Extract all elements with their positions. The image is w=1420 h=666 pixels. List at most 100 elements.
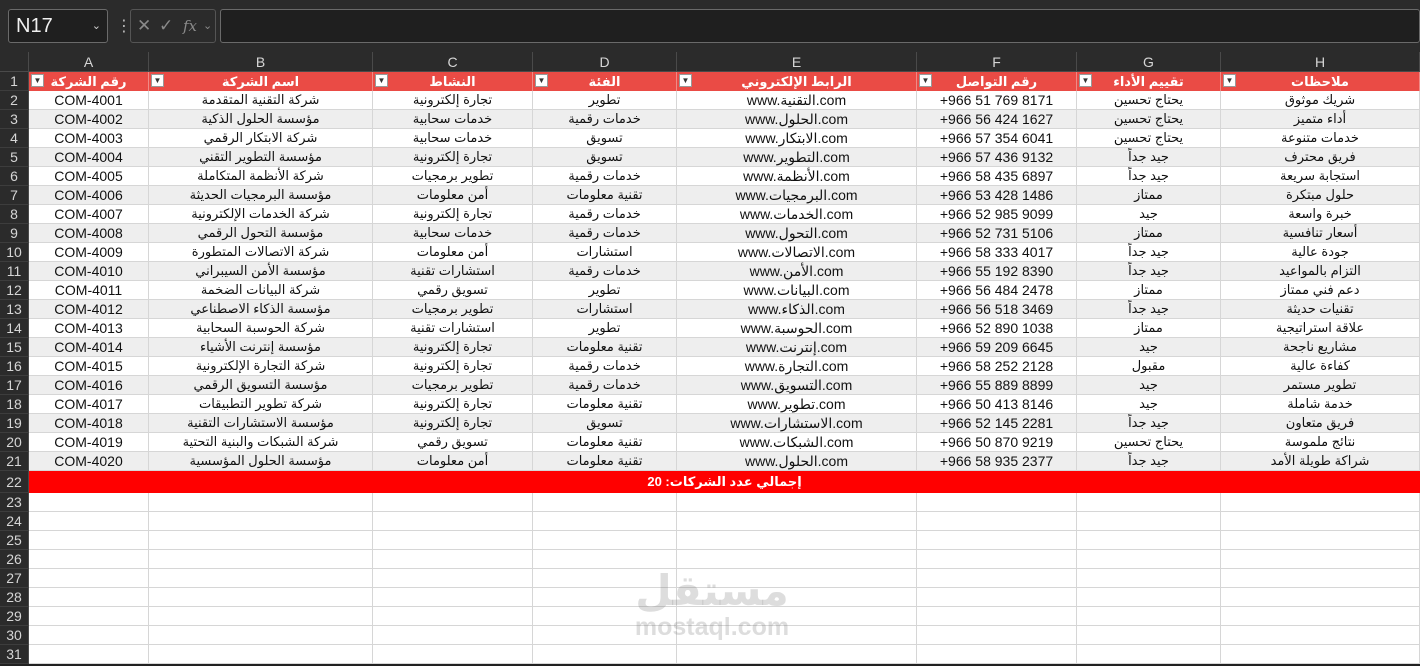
row-header-24[interactable]: 24 — [0, 512, 29, 531]
table-cell[interactable]: خدمات رقمية — [533, 357, 677, 376]
table-cell[interactable]: COM-4006 — [29, 186, 149, 205]
table-cell[interactable]: خدمات سحابية — [373, 224, 533, 243]
table-cell[interactable]: خدمات سحابية — [373, 110, 533, 129]
empty-cell[interactable] — [149, 569, 373, 588]
table-cell[interactable]: www.الأمن.com — [677, 262, 917, 281]
formula-input[interactable] — [220, 9, 1420, 43]
empty-cell[interactable] — [373, 569, 533, 588]
row-header-6[interactable]: 6 — [0, 167, 29, 186]
empty-cell[interactable] — [373, 588, 533, 607]
table-cell[interactable]: تجارة إلكترونية — [373, 395, 533, 414]
table-cell[interactable]: www.الذكاء.com — [677, 300, 917, 319]
row-header-18[interactable]: 18 — [0, 395, 29, 414]
table-cell[interactable]: +966 56 518 3469 — [917, 300, 1077, 319]
table-cell[interactable]: تجارة إلكترونية — [373, 357, 533, 376]
table-cell[interactable]: استشارات تقنية — [373, 262, 533, 281]
table-cell[interactable]: خدمات رقمية — [533, 376, 677, 395]
row-header-15[interactable]: 15 — [0, 338, 29, 357]
filter-dropdown-icon[interactable]: ▼ — [31, 74, 44, 87]
table-cell[interactable]: تجارة إلكترونية — [373, 414, 533, 433]
table-cell[interactable]: مؤسسة الاستشارات التقنية — [149, 414, 373, 433]
table-cell[interactable]: مؤسسة التسويق الرقمي — [149, 376, 373, 395]
empty-cell[interactable] — [917, 531, 1077, 550]
empty-cell[interactable] — [917, 550, 1077, 569]
filter-dropdown-icon[interactable]: ▼ — [679, 74, 692, 87]
table-cell[interactable]: COM-4013 — [29, 319, 149, 338]
table-cell[interactable]: تقنية معلومات — [533, 338, 677, 357]
empty-cell[interactable] — [29, 550, 149, 569]
table-cell[interactable]: تطوير برمجيات — [373, 300, 533, 319]
table-cell[interactable]: يحتاج تحسين — [1077, 129, 1221, 148]
empty-cell[interactable] — [533, 531, 677, 550]
empty-cell[interactable] — [1077, 607, 1221, 626]
column-header-d[interactable]: D — [533, 52, 677, 72]
table-cell[interactable]: خدمات رقمية — [533, 110, 677, 129]
table-cell[interactable]: خدمات رقمية — [533, 167, 677, 186]
table-cell[interactable]: استشارات تقنية — [373, 319, 533, 338]
table-cell[interactable]: تقنيات حديثة — [1221, 300, 1420, 319]
table-cell[interactable]: مشاريع ناجحة — [1221, 338, 1420, 357]
row-header-3[interactable]: 3 — [0, 110, 29, 129]
table-cell[interactable]: تسويق رقمي — [373, 281, 533, 300]
row-header-8[interactable]: 8 — [0, 205, 29, 224]
table-cell[interactable]: خدمة شاملة — [1221, 395, 1420, 414]
header-cell-e[interactable]: الرابط الإلكتروني ▼ — [677, 72, 917, 91]
table-cell[interactable]: www.الخدمات.com — [677, 205, 917, 224]
empty-cell[interactable] — [29, 531, 149, 550]
header-cell-d[interactable]: الفئة ▼ — [533, 72, 677, 91]
empty-cell[interactable] — [917, 645, 1077, 664]
header-cell-f[interactable]: رقم التواصل ▼ — [917, 72, 1077, 91]
table-cell[interactable]: جيد — [1077, 395, 1221, 414]
table-cell[interactable]: ممتاز — [1077, 319, 1221, 338]
table-cell[interactable]: شركة الحوسبة السحابية — [149, 319, 373, 338]
table-cell[interactable]: حلول مبتكرة — [1221, 186, 1420, 205]
table-cell[interactable]: استشارات — [533, 243, 677, 262]
empty-cell[interactable] — [373, 550, 533, 569]
table-cell[interactable]: مقبول — [1077, 357, 1221, 376]
row-header-26[interactable]: 26 — [0, 550, 29, 569]
table-cell[interactable]: +966 58 435 6897 — [917, 167, 1077, 186]
column-header-b[interactable]: B — [149, 52, 373, 72]
row-header-9[interactable]: 9 — [0, 224, 29, 243]
table-cell[interactable]: تسويق — [533, 414, 677, 433]
empty-cell[interactable] — [149, 645, 373, 664]
table-cell[interactable]: جيد جداً — [1077, 148, 1221, 167]
table-cell[interactable]: مؤسسة التحول الرقمي — [149, 224, 373, 243]
table-cell[interactable]: تسويق — [533, 129, 677, 148]
row-header-14[interactable]: 14 — [0, 319, 29, 338]
empty-cell[interactable] — [917, 607, 1077, 626]
filter-dropdown-icon[interactable]: ▼ — [375, 74, 388, 87]
table-cell[interactable]: مؤسسة الذكاء الاصطناعي — [149, 300, 373, 319]
empty-cell[interactable] — [149, 588, 373, 607]
table-cell[interactable]: جيد — [1077, 338, 1221, 357]
table-cell[interactable]: جيد — [1077, 205, 1221, 224]
table-cell[interactable]: خدمات رقمية — [533, 224, 677, 243]
table-cell[interactable]: COM-4001 — [29, 91, 149, 110]
empty-cell[interactable] — [29, 645, 149, 664]
table-cell[interactable]: تطوير — [533, 91, 677, 110]
table-cell[interactable]: www.البرمجيات.com — [677, 186, 917, 205]
empty-cell[interactable] — [149, 493, 373, 512]
row-header-21[interactable]: 21 — [0, 452, 29, 471]
table-cell[interactable]: جيد جداً — [1077, 300, 1221, 319]
row-header-19[interactable]: 19 — [0, 414, 29, 433]
empty-cell[interactable] — [1077, 493, 1221, 512]
table-cell[interactable]: COM-4005 — [29, 167, 149, 186]
table-cell[interactable]: COM-4008 — [29, 224, 149, 243]
table-cell[interactable]: www.التقنية.com — [677, 91, 917, 110]
table-cell[interactable]: +966 55 192 8390 — [917, 262, 1077, 281]
empty-cell[interactable] — [373, 531, 533, 550]
table-cell[interactable]: شركة التجارة الإلكترونية — [149, 357, 373, 376]
table-cell[interactable]: www.الحوسبة.com — [677, 319, 917, 338]
table-cell[interactable]: مؤسسة الحلول الذكية — [149, 110, 373, 129]
empty-cell[interactable] — [149, 607, 373, 626]
table-cell[interactable]: www.الحلول.com — [677, 452, 917, 471]
empty-cell[interactable] — [533, 645, 677, 664]
empty-cell[interactable] — [917, 512, 1077, 531]
table-cell[interactable]: COM-4002 — [29, 110, 149, 129]
table-cell[interactable]: شركة التقنية المتقدمة — [149, 91, 373, 110]
empty-cell[interactable] — [1221, 512, 1420, 531]
table-cell[interactable]: تجارة إلكترونية — [373, 338, 533, 357]
row-header-27[interactable]: 27 — [0, 569, 29, 588]
empty-cell[interactable] — [1221, 645, 1420, 664]
